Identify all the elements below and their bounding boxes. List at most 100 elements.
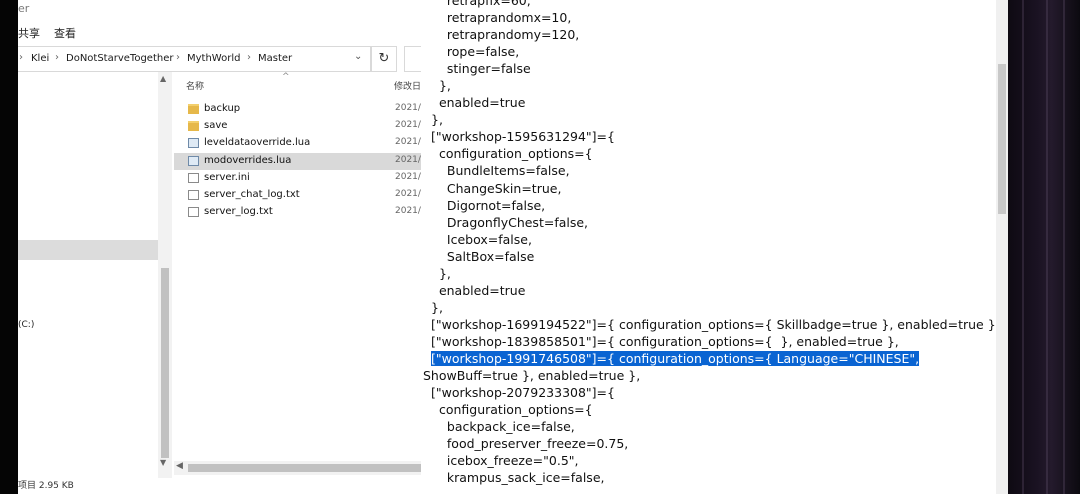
code-line[interactable]: rope=false, [421,43,996,60]
nav-item-drive-c[interactable]: (C:) [18,320,34,330]
navigation-pane [18,72,158,478]
code-line[interactable]: enabled=true [421,282,996,299]
code-text: stinger=false [431,61,531,77]
code-line[interactable]: ChangeSkin=true, [421,180,996,197]
code-line[interactable]: }, [421,299,996,316]
file-row[interactable]: server.ini 2021/ [174,170,421,187]
code-line[interactable]: ShowBuff=true }, enabled=true }, [421,367,996,384]
file-row[interactable]: server_log.txt 2021/ [174,204,421,221]
window-title: er [18,2,30,15]
editor-scrollbar[interactable] [996,0,1008,494]
file-row[interactable]: leveldataoverride.lua 2021/ [174,135,421,152]
lua-file-icon [188,138,199,149]
code-text: }, [431,112,443,128]
sort-ascending-icon: ^ [282,72,290,82]
code-line[interactable]: Icebox=false, [421,231,996,248]
code-line[interactable]: configuration_options={ [421,401,996,418]
scroll-up-icon[interactable]: ▲ [160,74,166,83]
file-name: backup [204,103,241,114]
lua-file-icon [188,155,199,166]
code-line[interactable]: retrapfix=60, [421,0,996,9]
code-line[interactable]: }, [421,265,996,282]
code-line[interactable]: ["workshop-2079233308"]={ [421,384,996,401]
refresh-button[interactable]: ↻ [371,46,397,72]
breadcrumb-klei[interactable]: Klei [31,53,49,64]
file-date: 2021/ [395,137,421,148]
code-line[interactable]: retraprandomx=10, [421,9,996,26]
code-line[interactable]: food_preserver_freeze=0.75, [421,435,996,452]
scrollbar-thumb[interactable] [188,464,421,472]
editor-content[interactable]: retrapfix=60, retraprandomx=10, retrapra… [421,0,1000,486]
file-name: server_chat_log.txt [204,189,300,200]
file-row[interactable]: backup 2021/ [174,101,421,118]
code-text: }, [431,265,451,281]
text-file-icon [188,190,199,200]
scrollbar-thumb[interactable] [998,64,1006,214]
nav-item-selected[interactable] [18,240,158,260]
code-text: enabled=true [431,95,526,111]
file-date: 2021/ [395,189,421,199]
code-line[interactable]: SaltBox=false [421,248,996,265]
code-text: enabled=true [431,282,526,298]
code-text: ["workshop-1991746508"]={ configuration_… [431,350,920,366]
code-line[interactable]: backpack_ice=false, [421,418,996,435]
code-line[interactable]: retraprandomy=120, [421,26,996,43]
column-header-name[interactable]: 名称 [186,79,204,92]
code-line[interactable]: BundleItems=false, [421,162,996,179]
breadcrumb-mythworld[interactable]: MythWorld [187,53,240,64]
file-name: leveldataoverride.lua [204,137,311,149]
file-name: save [204,120,228,132]
code-line-selected[interactable]: ["workshop-1991746508"]={ configuration_… [421,350,996,367]
address-bar[interactable]: › Klei › DoNotStarveTogether › MythWorld… [18,46,371,72]
code-text: backpack_ice=false, [431,419,575,435]
scrollbar-thumb[interactable] [161,268,169,458]
menu-view[interactable]: 查看 [54,25,76,41]
chevron-right-icon: › [19,52,23,63]
horizontal-scrollbar[interactable]: ◀ [174,461,421,475]
code-line[interactable]: DragonflyChest=false, [421,214,996,231]
scroll-down-icon[interactable]: ▼ [160,458,166,467]
code-line[interactable]: icebox_freeze="0.5", [421,452,996,469]
file-row[interactable]: server_chat_log.txt 2021/ [174,187,421,204]
folder-icon [188,104,199,114]
code-text: food_preserver_freeze=0.75, [431,436,629,452]
text-editor-window[interactable]: retrapfix=60, retraprandomx=10, retrapra… [421,0,1008,494]
code-line[interactable]: ["workshop-1839858501"]={ configuration_… [421,333,996,350]
nav-scrollbar[interactable]: ▲ ▼ [158,72,172,478]
code-line[interactable]: configuration_options={ [421,145,996,162]
code-line[interactable]: stinger=false [421,60,996,77]
status-bar: 项目 2.95 KB [18,478,421,494]
code-line[interactable]: }, [421,111,996,128]
code-line[interactable]: }, [421,77,996,94]
code-text: ShowBuff=true }, enabled=true }, [423,368,641,384]
scroll-left-icon[interactable]: ◀ [176,461,183,471]
file-date: 2021/ [395,103,421,113]
code-text: rope=false, [431,44,520,60]
code-line[interactable]: enabled=true [421,94,996,111]
file-explorer-window: er 共享 查看 › Klei › DoNotStarveTogether › … [18,0,421,494]
breadcrumb-master[interactable]: Master [258,53,292,64]
desktop-background-right [1008,0,1080,494]
folder-icon [188,121,199,132]
code-text: ["workshop-1595631294"]={ [431,129,615,145]
code-text: ChangeSkin=true, [431,180,562,196]
menu-share[interactable]: 共享 [18,25,40,41]
code-text: Digornot=false, [431,197,546,213]
file-date: 2021/ [395,171,421,182]
code-text: DragonflyChest=false, [431,214,589,230]
code-line[interactable]: ["workshop-1595631294"]={ [421,128,996,145]
file-name: server_log.txt [204,206,273,218]
code-line[interactable]: krampus_sack_ice=false, [421,469,996,486]
code-line[interactable]: Digornot=false, [421,197,996,214]
chevron-down-icon[interactable]: ⌄ [354,51,362,62]
search-input[interactable] [404,46,421,72]
file-name: modoverrides.lua [204,154,292,166]
column-header-modified[interactable]: 修改日 [394,79,421,92]
file-row[interactable]: save 2021/ [174,118,421,135]
file-row[interactable]: modoverrides.lua 2021/ [174,152,421,170]
chevron-right-icon: › [55,52,59,63]
code-line[interactable]: ["workshop-1699194522"]={ configuration_… [421,316,1000,333]
breadcrumb-dst[interactable]: DoNotStarveTogether [66,53,173,64]
text-file-icon [188,207,199,218]
file-date: 2021/ [395,120,421,131]
